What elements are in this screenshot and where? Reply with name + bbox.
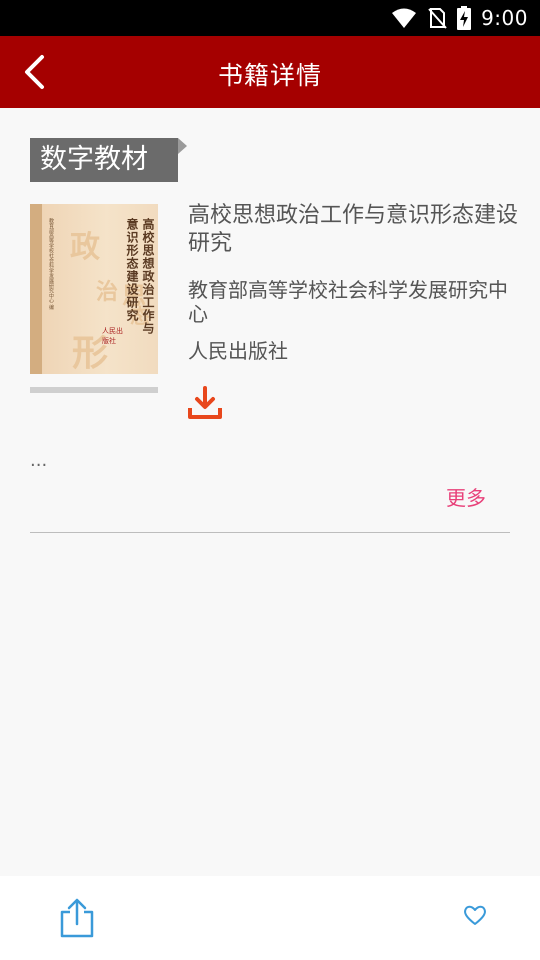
cover-shadow	[30, 387, 158, 393]
book-title: 高校思想政治工作与意识形态建设研究	[188, 203, 519, 256]
divider	[30, 532, 510, 533]
more-link[interactable]: 更多	[446, 482, 486, 511]
battery-charging-icon	[457, 6, 472, 30]
cover-publisher-mark: 人民出版社	[102, 327, 123, 345]
no-sim-icon	[428, 8, 447, 29]
category-tag-label: 数字教材	[30, 138, 178, 182]
app-bar: 书籍详情	[0, 36, 540, 108]
status-icons: 9:00	[391, 6, 528, 30]
share-icon	[60, 898, 94, 938]
download-button[interactable]	[188, 386, 222, 420]
book-detail-content: 数字教材 政 治 思 态 形 高校思想政治工作与 意识形态建设研究 教育部高等学…	[0, 108, 540, 876]
cover-subtitle: 教育部高等学校社会科学发展研究中心 编	[48, 218, 54, 310]
heart-icon	[464, 905, 486, 925]
book-publisher: 人民出版社	[188, 339, 288, 363]
page-title: 书籍详情	[217, 61, 322, 90]
cover-big-char: 政	[70, 230, 100, 265]
status-time: 9:00	[481, 6, 528, 30]
cover-title-line2: 意识形态建设研究	[125, 218, 139, 322]
cover-spine	[30, 204, 42, 374]
download-icon	[188, 386, 222, 419]
cover-big-char: 治	[96, 279, 119, 305]
bottom-bar	[0, 876, 540, 960]
description-text: ...	[30, 450, 48, 471]
tag-arrow-icon	[178, 138, 187, 154]
share-button[interactable]	[58, 898, 96, 938]
book-cover[interactable]: 政 治 思 态 形 高校思想政治工作与 意识形态建设研究 教育部高等学校社会科学…	[30, 204, 158, 374]
wifi-icon	[392, 8, 417, 28]
book-author: 教育部高等学校社会科学发展研究中心	[188, 278, 508, 326]
cover-title-line1: 高校思想政治工作与	[141, 218, 155, 335]
status-bar: 9:00	[0, 0, 540, 36]
favorite-button[interactable]	[462, 902, 488, 928]
